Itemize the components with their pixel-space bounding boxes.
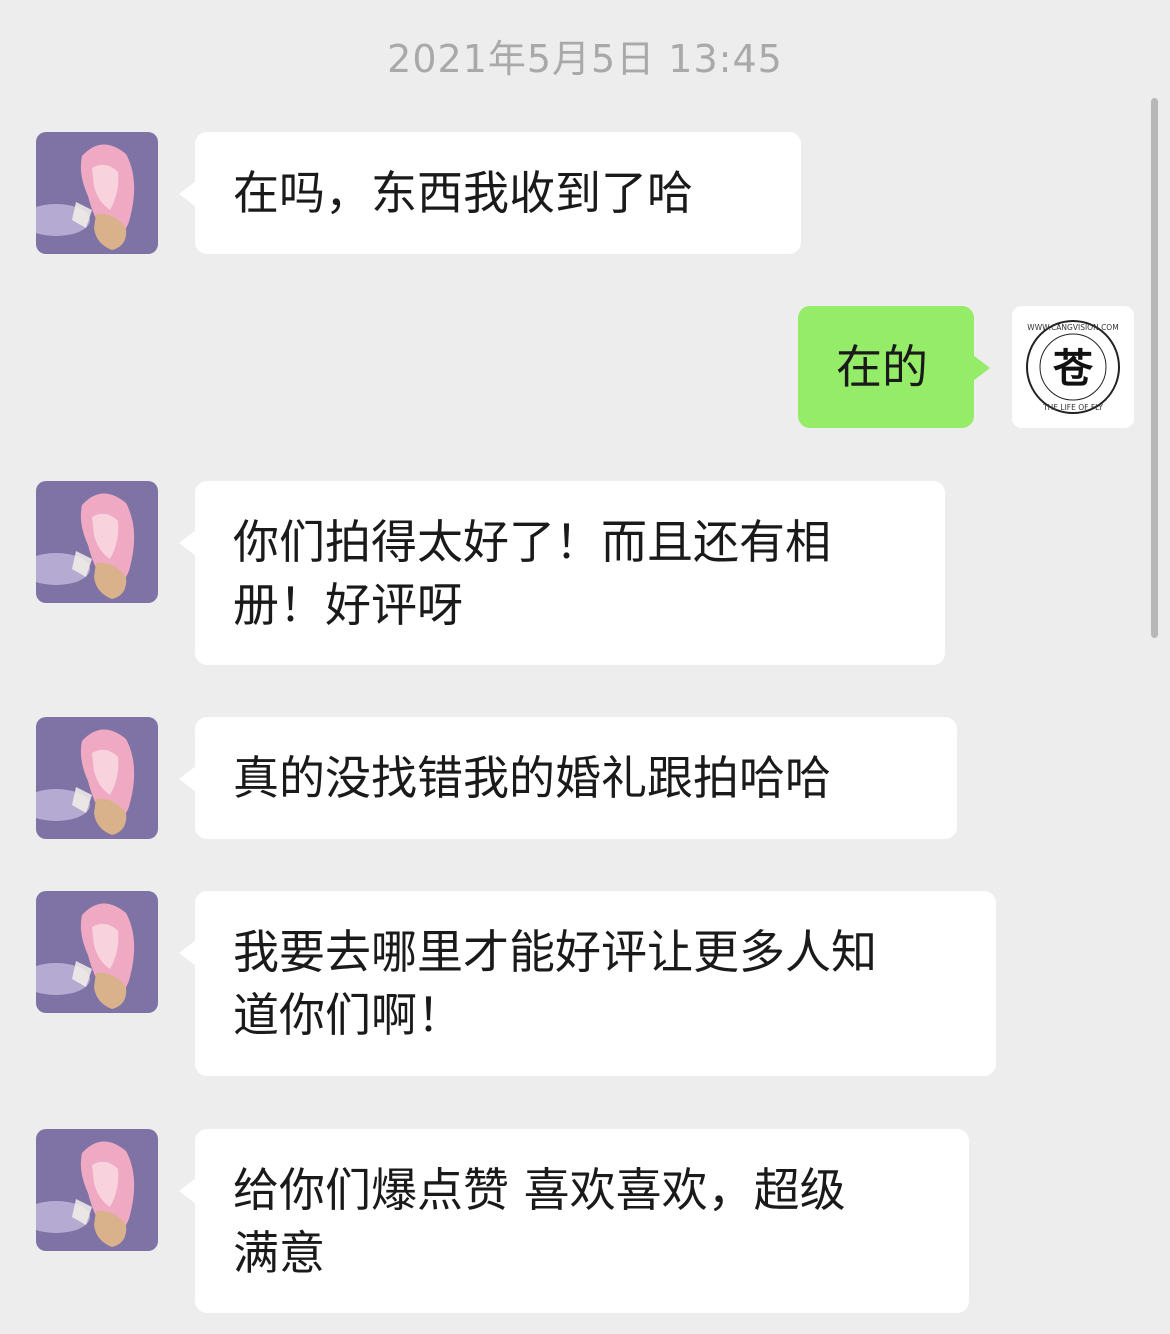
message-bubble[interactable]: 在吗，东西我收到了哈 bbox=[179, 132, 801, 254]
anime-girl-avatar-icon bbox=[36, 132, 158, 254]
logo-text-top: WWW.CANGVISION.COM bbox=[1027, 323, 1118, 332]
anime-girl-avatar-icon bbox=[36, 481, 158, 603]
contact-avatar[interactable] bbox=[36, 132, 158, 254]
message-bubble[interactable]: 给你们爆点赞 喜欢喜欢，超级 满意 bbox=[179, 1129, 969, 1313]
scrollbar[interactable] bbox=[1151, 98, 1158, 638]
anime-girl-avatar-icon bbox=[36, 717, 158, 839]
contact-avatar[interactable] bbox=[36, 891, 158, 1013]
message-bubble-self[interactable]: 在的 bbox=[798, 306, 990, 428]
contact-avatar[interactable] bbox=[36, 1129, 158, 1251]
logo-glyph: 苍 bbox=[1053, 345, 1094, 392]
cangvision-logo-icon: 苍 WWW.CANGVISION.COM THE LIFE OF FLY bbox=[1012, 306, 1134, 428]
message-bubble[interactable]: 你们拍得太好了！而且还有相 册！好评呀 bbox=[179, 481, 945, 665]
contact-avatar[interactable] bbox=[36, 481, 158, 603]
logo-text-bottom: THE LIFE OF FLY bbox=[1042, 403, 1103, 412]
anime-girl-avatar-icon bbox=[36, 891, 158, 1013]
contact-avatar[interactable] bbox=[36, 717, 158, 839]
anime-girl-avatar-icon bbox=[36, 1129, 158, 1251]
message-bubble[interactable]: 我要去哪里才能好评让更多人知 道你们啊！ bbox=[179, 891, 996, 1076]
message-bubble[interactable]: 真的没找错我的婚礼跟拍哈哈 bbox=[179, 717, 957, 839]
message-timestamp: 2021年5月5日 13:45 bbox=[387, 37, 783, 81]
my-avatar[interactable]: 苍 WWW.CANGVISION.COM THE LIFE OF FLY bbox=[1012, 306, 1134, 428]
